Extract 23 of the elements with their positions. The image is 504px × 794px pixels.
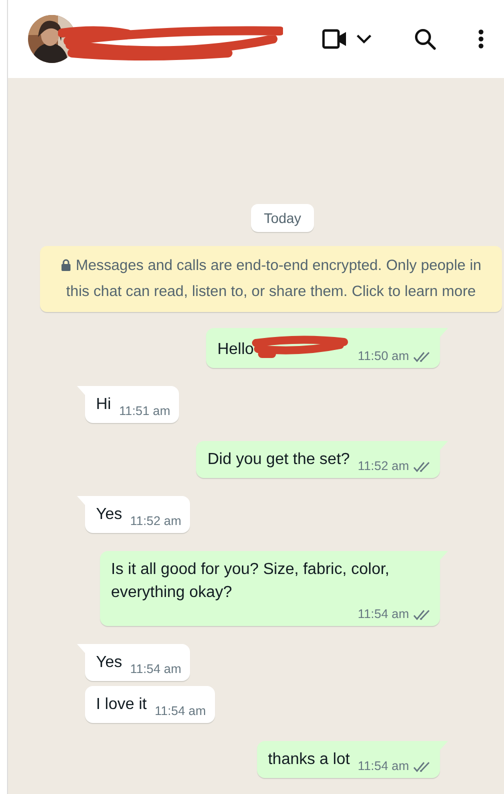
message-time: 11:50 am (358, 349, 409, 364)
message-time: 11:54 am (358, 759, 409, 774)
message-time: 11:52 am (130, 514, 182, 529)
message-text: Hi (96, 395, 112, 415)
chevron-down-icon[interactable] (356, 34, 372, 44)
message-text: Hello (217, 340, 254, 360)
message-text: Yes (96, 505, 122, 525)
message-text: thanks a lot (268, 750, 350, 770)
message-time: 11:54 am (358, 607, 409, 622)
message-text: Is it all good for you? Size, fabric, color, everything okay? (111, 560, 390, 603)
message-time: 11:54 am (154, 704, 206, 719)
message-time: 11:54 am (130, 662, 182, 677)
message-time: 11:51 am (119, 404, 170, 419)
encryption-text: Messages and calls are end-to-end encrypted. Only people in this chat can read, listen to, or share them. Click to learn more (66, 258, 482, 300)
message-text: Did you get the set? (207, 450, 350, 470)
menu-icon[interactable] (478, 29, 484, 49)
lock-icon (60, 259, 71, 271)
search-icon[interactable] (414, 28, 436, 50)
message-text: Yes (96, 653, 122, 673)
encryption-notice[interactable]: Messages and calls are end-to-end encrypted. Only people in this chat can read, listen to, or share them. Click to learn more (40, 246, 502, 312)
message-text: I love it (96, 695, 147, 715)
video-call-icon[interactable] (322, 28, 348, 50)
message-time: 11:52 am (358, 459, 409, 474)
